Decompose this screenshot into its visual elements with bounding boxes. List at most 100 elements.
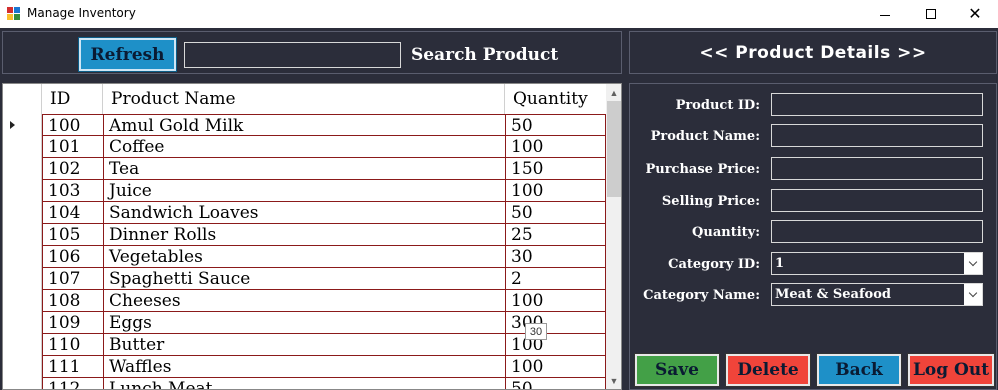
- table-row[interactable]: 101 Coffee 100: [3, 136, 606, 158]
- search-input[interactable]: [184, 42, 401, 68]
- cell-product-name[interactable]: Lunch Meat: [103, 378, 506, 389]
- purchase-price-field[interactable]: [771, 157, 983, 180]
- table-row[interactable]: 106 Vegetables 30: [3, 246, 606, 268]
- cell-quantity[interactable]: 50: [505, 114, 606, 136]
- cell-id[interactable]: 112: [42, 378, 104, 389]
- app-body: Refresh Search Product << Product Detail…: [0, 28, 998, 390]
- row-header[interactable]: [3, 246, 42, 268]
- details-header: << Product Details >>: [629, 31, 997, 74]
- product-name-field[interactable]: [771, 124, 983, 147]
- cell-quantity[interactable]: 50: [505, 202, 606, 224]
- column-header-product-name[interactable]: Product Name: [103, 84, 505, 114]
- cell-id[interactable]: 101: [42, 136, 104, 158]
- cell-id[interactable]: 108: [42, 290, 104, 312]
- table-row[interactable]: 102 Tea 150: [3, 158, 606, 180]
- row-header[interactable]: [3, 290, 42, 312]
- cell-product-name[interactable]: Spaghetti Sauce: [103, 268, 506, 290]
- refresh-button[interactable]: Refresh: [78, 37, 177, 72]
- table-row[interactable]: 110 Butter 100: [3, 334, 606, 356]
- cell-product-name[interactable]: Amul Gold Milk: [103, 114, 506, 136]
- cell-quantity[interactable]: 2: [505, 268, 606, 290]
- cell-product-name[interactable]: Waffles: [103, 356, 506, 378]
- product-grid[interactable]: ID Product Name Quantity 100 Amul Gold Mi…: [2, 83, 622, 390]
- cell-id[interactable]: 110: [42, 334, 104, 356]
- quantity-field[interactable]: [771, 220, 983, 243]
- close-icon: ✕: [968, 4, 982, 23]
- category-id-label: Category ID:: [668, 257, 760, 272]
- table-row[interactable]: 112 Lunch Meat 50: [3, 378, 606, 389]
- table-row[interactable]: 111 Waffles 100: [3, 356, 606, 378]
- table-row[interactable]: 107 Spaghetti Sauce 2: [3, 268, 606, 290]
- category-name-select[interactable]: Meat & Seafood: [771, 283, 983, 306]
- cell-id[interactable]: 100: [42, 114, 104, 136]
- cell-quantity[interactable]: 100: [505, 356, 606, 378]
- table-row[interactable]: 104 Sandwich Loaves 50: [3, 202, 606, 224]
- row-header[interactable]: [3, 268, 42, 290]
- table-row[interactable]: 100 Amul Gold Milk 50: [3, 114, 606, 136]
- window-title: Manage Inventory: [27, 6, 136, 20]
- maximize-button[interactable]: [908, 0, 954, 28]
- cell-product-name[interactable]: Cheeses: [103, 290, 506, 312]
- product-id-field[interactable]: [771, 93, 983, 116]
- selling-price-field[interactable]: [771, 189, 983, 212]
- row-header[interactable]: [3, 356, 42, 378]
- cell-id[interactable]: 103: [42, 180, 104, 202]
- table-row[interactable]: 105 Dinner Rolls 25: [3, 224, 606, 246]
- row-header[interactable]: [3, 114, 42, 136]
- table-row[interactable]: 109Eggs300: [3, 312, 606, 334]
- cell-quantity[interactable]: 100: [505, 334, 606, 356]
- cell-quantity[interactable]: 100: [505, 180, 606, 202]
- grid-header: ID Product Name Quantity: [3, 84, 605, 114]
- back-button[interactable]: Back: [816, 353, 902, 387]
- cell-quantity[interactable]: 100: [505, 136, 606, 158]
- cell-id[interactable]: 104: [42, 202, 104, 224]
- logout-button[interactable]: Log Out: [907, 353, 995, 387]
- minimize-button[interactable]: [862, 0, 908, 28]
- delete-button[interactable]: Delete: [725, 353, 811, 387]
- row-header[interactable]: [3, 180, 42, 202]
- cell-id[interactable]: 107: [42, 268, 104, 290]
- row-header[interactable]: [3, 334, 42, 356]
- dropdown-button[interactable]: [964, 284, 982, 305]
- table-row[interactable]: 108 Cheeses 100: [3, 290, 606, 312]
- save-button[interactable]: Save: [634, 353, 720, 387]
- cell-quantity[interactable]: 25: [505, 224, 606, 246]
- scroll-down-icon[interactable]: ▼: [606, 372, 621, 389]
- column-header-quantity[interactable]: Quantity: [505, 84, 605, 114]
- category-id-select[interactable]: 1: [771, 252, 983, 275]
- row-header[interactable]: [3, 202, 42, 224]
- close-button[interactable]: ✕: [952, 0, 998, 28]
- title-bar: Manage Inventory ✕: [0, 0, 998, 28]
- cell-quantity[interactable]: 50: [505, 378, 606, 389]
- vertical-scrollbar[interactable]: ▲ ▼: [606, 84, 621, 389]
- cell-quantity[interactable]: 150: [505, 158, 606, 180]
- table-row[interactable]: 103 Juice 100: [3, 180, 606, 202]
- cell-product-name[interactable]: Coffee: [103, 136, 506, 158]
- cell-product-name[interactable]: Dinner Rolls: [103, 224, 506, 246]
- cell-id[interactable]: 105: [42, 224, 104, 246]
- cell-quantity[interactable]: 300: [505, 312, 606, 334]
- cell-product-name[interactable]: Butter: [103, 334, 506, 356]
- cell-product-name[interactable]: Eggs: [103, 312, 506, 334]
- row-header[interactable]: [3, 136, 42, 158]
- cell-id[interactable]: 106: [42, 246, 104, 268]
- cell-quantity[interactable]: 100: [505, 290, 606, 312]
- category-id-value: 1: [775, 256, 785, 271]
- cell-product-name[interactable]: Vegetables: [103, 246, 506, 268]
- scroll-up-icon[interactable]: ▲: [606, 84, 621, 101]
- row-header[interactable]: [3, 378, 42, 389]
- row-header[interactable]: [3, 312, 42, 334]
- cell-id[interactable]: 109: [42, 312, 104, 334]
- purchase-price-label: Purchase Price:: [645, 162, 760, 177]
- dropdown-button[interactable]: [964, 253, 982, 274]
- cell-quantity[interactable]: 30: [505, 246, 606, 268]
- column-header-id[interactable]: ID: [42, 84, 103, 114]
- scroll-thumb[interactable]: [607, 101, 621, 197]
- row-header[interactable]: [3, 224, 42, 246]
- cell-product-name[interactable]: Sandwich Loaves: [103, 202, 506, 224]
- cell-product-name[interactable]: Juice: [103, 180, 506, 202]
- row-header[interactable]: [3, 158, 42, 180]
- cell-product-name[interactable]: Tea: [103, 158, 506, 180]
- cell-id[interactable]: 102: [42, 158, 104, 180]
- cell-id[interactable]: 111: [42, 356, 104, 378]
